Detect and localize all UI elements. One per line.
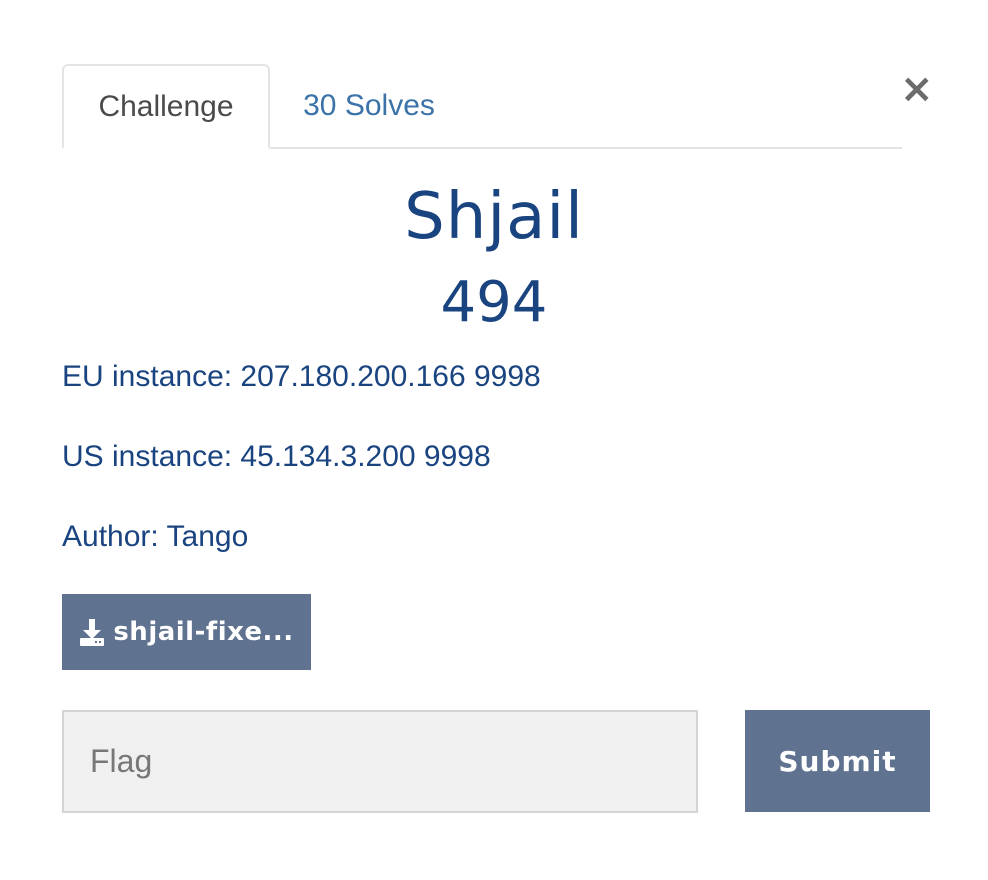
tab-challenge-label: Challenge bbox=[98, 89, 234, 123]
tab-solves[interactable]: 30 Solves bbox=[284, 64, 454, 147]
tab-bar: Challenge 30 Solves bbox=[62, 64, 902, 149]
close-icon[interactable]: × bbox=[900, 69, 934, 109]
tab-challenge[interactable]: Challenge bbox=[62, 64, 270, 149]
download-icon bbox=[79, 617, 105, 647]
file-name: shjail-fixe... bbox=[113, 617, 294, 647]
eu-instance-text: EU instance: 207.180.200.166 9998 bbox=[62, 360, 541, 393]
submit-label: Submit bbox=[778, 744, 897, 778]
flag-input[interactable] bbox=[62, 710, 698, 813]
challenge-name: Shjail bbox=[404, 180, 584, 254]
challenge-modal: Challenge 30 Solves × Shjail 494 EU inst… bbox=[0, 0, 988, 880]
submit-button[interactable]: Submit bbox=[745, 710, 930, 812]
file-download-button[interactable]: shjail-fixe... bbox=[62, 594, 311, 670]
tab-solves-label: 30 Solves bbox=[303, 88, 435, 122]
challenge-value: 494 bbox=[440, 270, 548, 335]
author-text: Author: Tango bbox=[62, 520, 249, 553]
us-instance-text: US instance: 45.134.3.200 9998 bbox=[62, 440, 491, 473]
